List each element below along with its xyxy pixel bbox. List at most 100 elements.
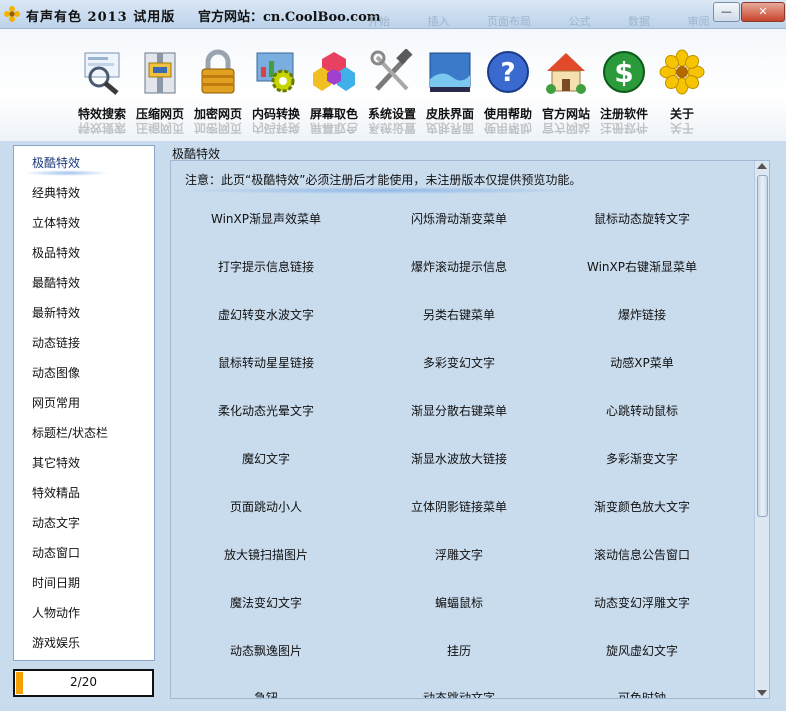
effect-item[interactable]: 虚幻转变水波文字 (171, 306, 361, 323)
toolbar-label-reflection: 关于 (669, 122, 694, 134)
scroll-down-arrow-icon[interactable] (757, 690, 767, 696)
effect-item[interactable]: 蝙蝠鼠标 (364, 594, 554, 611)
toolbar-label: 加密网页 (193, 107, 242, 121)
nav-item[interactable]: 动态链接 (32, 334, 80, 351)
effect-item[interactable]: 鼠标转动星星链接 (171, 354, 361, 371)
compress-icon (144, 52, 176, 94)
nav-item[interactable]: 其它特效 (32, 454, 80, 471)
toolbar-label: 关于 (669, 107, 694, 121)
background-ribbon-tabs: 开始 插入 页面布局 公式 数据 审阅 (368, 13, 744, 29)
effect-item[interactable]: 鼠标动态旋转文字 (547, 210, 737, 227)
effect-item[interactable]: 多彩渐变文字 (547, 450, 737, 467)
color-picker-icon (313, 52, 355, 91)
nav-item[interactable]: 动态图像 (32, 364, 80, 381)
effect-item[interactable]: 滚动信息公告窗口 (547, 546, 737, 563)
nav-item[interactable]: 最新特效 (32, 304, 80, 321)
effect-item[interactable]: 立体阴影链接菜单 (364, 498, 554, 515)
toolbar-label: 系统设置 (367, 107, 416, 121)
toolbar-compress-button[interactable]: 压缩网页 压缩网页 (131, 49, 189, 141)
nav-item[interactable]: 极酷特效 (23, 154, 111, 176)
minimize-button[interactable]: — (713, 2, 740, 22)
nav-item[interactable]: 极品特效 (32, 244, 80, 261)
effect-item[interactable]: 心跳转动鼠标 (547, 402, 737, 419)
toolbar-label-reflection: 压缩网页 (135, 122, 184, 134)
svg-text:?: ? (500, 58, 515, 88)
nav-item[interactable]: 动态窗口 (32, 544, 80, 561)
effect-item[interactable]: 爆炸链接 (547, 306, 737, 323)
toolbar-official-site-button[interactable]: 官方网站 官方网站 (537, 49, 595, 141)
toolbar-label-reflection: 内码转换 (251, 122, 300, 134)
toolbar-skin-button[interactable]: 皮肤界面 皮肤界面 (421, 49, 479, 141)
effects-panel: 注意：此页“极酷特效”必须注册后才能使用，未注册版本仅提供预览功能。 WinXP… (170, 160, 770, 699)
toolbar-encoding-button[interactable]: 内码转换 内码转换 (247, 49, 305, 141)
nav-item[interactable]: 经典特效 (32, 184, 80, 201)
toolbar-register-button[interactable]: $ 注册软件 注册软件 (595, 49, 653, 141)
nav-item[interactable]: 动态文字 (32, 514, 80, 531)
toolbar-encrypt-button[interactable]: 加密网页 加密网页 (189, 49, 247, 141)
effect-item[interactable]: 动感XP菜单 (547, 354, 737, 371)
title-bar: 有声有色 2013 试用版 官方网站：cn.CoolBoo.com 开始 插入 … (0, 0, 786, 29)
toolbar-label-reflection: 使用帮助 (483, 122, 532, 134)
effect-item[interactable]: 闪烁滑动渐变菜单 (364, 210, 554, 227)
effect-item[interactable]: WinXP右键渐显菜单 (547, 258, 737, 275)
toolbar-label: 注册软件 (599, 107, 648, 121)
gear-chart-icon (256, 52, 295, 93)
ghost-tab: 页面布局 (487, 15, 531, 28)
scrollbar-thumb[interactable] (757, 175, 768, 517)
close-button[interactable]: ✕ (741, 2, 785, 22)
nav-item[interactable]: 特效精品 (32, 484, 80, 501)
ghost-tab: 插入 (427, 15, 450, 28)
effect-item[interactable]: 挂历 (364, 642, 554, 659)
nav-item[interactable]: 人物动作 (32, 604, 80, 621)
effect-item[interactable]: 动态飘逸图片 (171, 642, 361, 659)
flower-icon (659, 49, 705, 95)
toolbar-label-reflection: 注册软件 (599, 122, 648, 134)
svg-text:$: $ (614, 56, 633, 89)
toolbar-about-button[interactable]: 关于 关于 (653, 49, 711, 141)
nav-item[interactable]: 立体特效 (32, 214, 80, 231)
vertical-scrollbar[interactable] (754, 161, 769, 698)
effect-item[interactable]: 爆炸滚动提示信息 (364, 258, 554, 275)
nav-item[interactable]: 网页常用 (32, 394, 80, 411)
nav-item[interactable]: 时间日期 (32, 574, 80, 591)
house-icon (546, 53, 586, 94)
effect-item[interactable]: 动态跳动文字 (364, 689, 554, 698)
toolbar-label: 压缩网页 (135, 107, 184, 121)
effect-item[interactable]: 魔法变幻文字 (171, 594, 361, 611)
effect-item[interactable]: 页面跳动小人 (171, 498, 361, 515)
toolbar-color-picker-button[interactable]: 屏幕取色 屏幕取色 (305, 49, 363, 141)
toolbar-label-reflection: 特效搜索 (77, 122, 126, 134)
nav-item[interactable]: 游戏娱乐 (32, 634, 80, 651)
effect-item[interactable]: 可色时钟 (547, 689, 737, 698)
effect-item[interactable]: 动态变幻浮雕文字 (547, 594, 737, 611)
app-flower-icon (4, 6, 20, 22)
effect-item[interactable]: 浮雕文字 (364, 546, 554, 563)
toolbar-search-button[interactable]: 特效搜索 特效搜索 (73, 49, 131, 141)
toolbar: 特效搜索 特效搜索 压缩网页 压缩网页 加密网页 加密网页 内码转换 内码转换 (0, 29, 786, 141)
magnifier-icon (84, 52, 120, 95)
effect-item[interactable]: 另类右键菜单 (364, 306, 554, 323)
toolbar-label-reflection: 加密网页 (193, 122, 242, 134)
toolbar-label-reflection: 官方网站 (541, 122, 590, 134)
ghost-tab: 公式 (568, 15, 591, 28)
effect-item[interactable]: 放大镜扫描图片 (171, 546, 361, 563)
effect-item[interactable]: WinXP渐显声效菜单 (171, 210, 361, 227)
effect-item[interactable]: 渐变颜色放大文字 (547, 498, 737, 515)
toolbar-label: 内码转换 (251, 107, 300, 121)
effect-item[interactable]: 魔幻文字 (171, 450, 361, 467)
effect-item[interactable]: 旋风虚幻文字 (547, 642, 737, 659)
effect-item[interactable]: 打字提示信息链接 (171, 258, 361, 275)
nav-item[interactable]: 标题栏/状态栏 (32, 424, 108, 441)
effect-item[interactable]: 渐显分散右键菜单 (364, 402, 554, 419)
nav-item[interactable]: 最酷特效 (32, 274, 80, 291)
toolbar-label-reflection: 系统设置 (367, 122, 416, 134)
effect-item[interactable]: 急钮 (171, 689, 361, 698)
scroll-up-arrow-icon[interactable] (757, 163, 767, 169)
tools-icon (370, 48, 413, 91)
page-indicator-text: 2/20 (70, 675, 97, 689)
effect-item[interactable]: 柔化动态光晕文字 (171, 402, 361, 419)
effect-item[interactable]: 渐显水波放大链接 (364, 450, 554, 467)
toolbar-settings-button[interactable]: 系统设置 系统设置 (363, 48, 421, 141)
toolbar-help-button[interactable]: ? 使用帮助 使用帮助 (479, 49, 537, 141)
effect-item[interactable]: 多彩变幻文字 (364, 354, 554, 371)
